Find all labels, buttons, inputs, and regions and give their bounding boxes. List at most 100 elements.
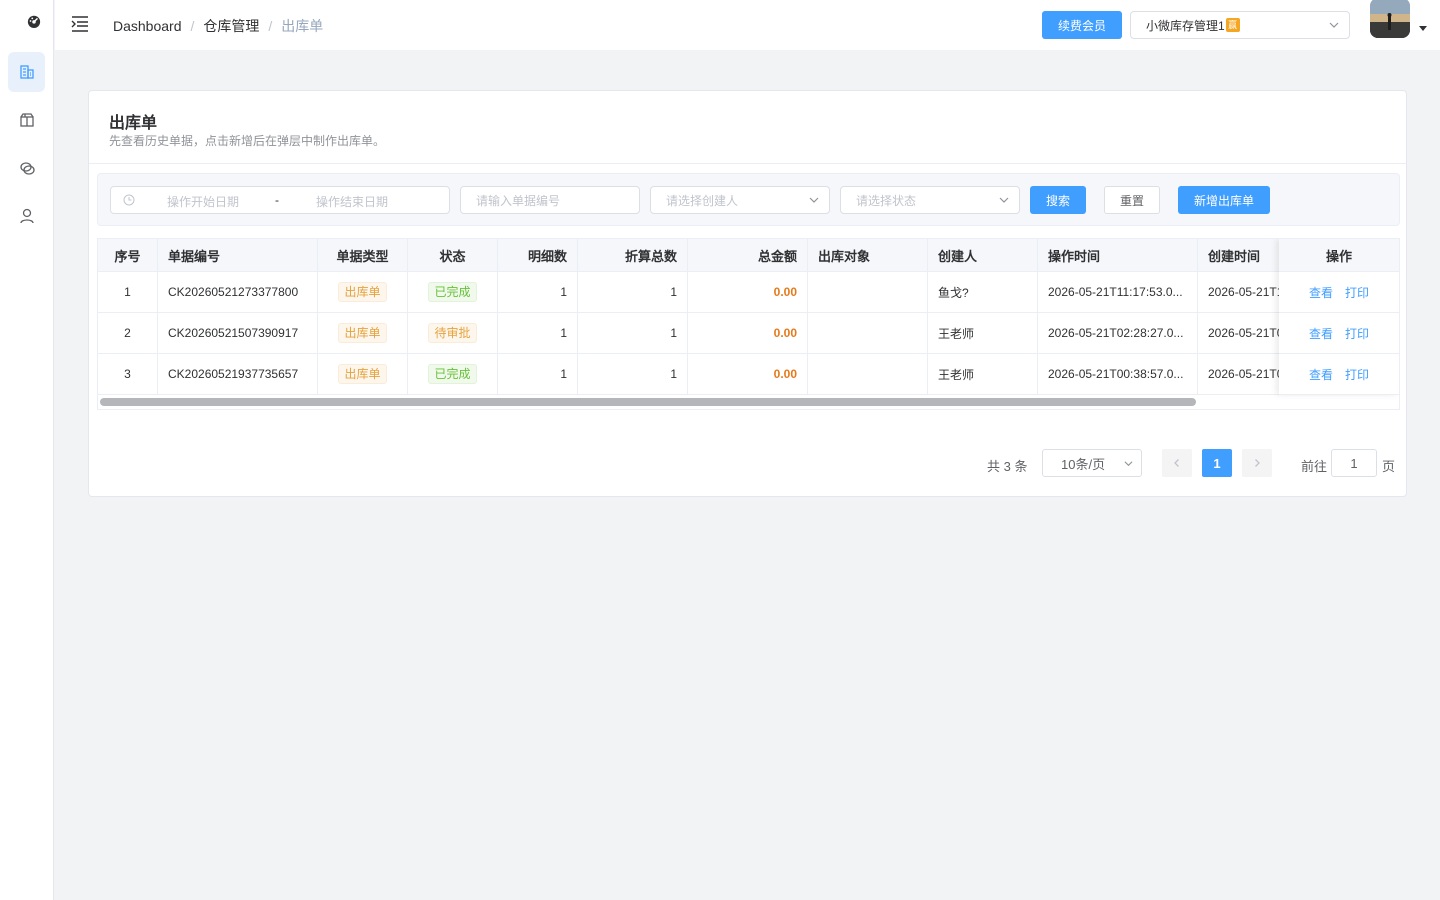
- cell-type: 出库单: [318, 354, 408, 394]
- page-subtitle: 先查看历史单据，点击新增后在弹层中制作出库单。: [109, 134, 386, 148]
- cell-op-time: 2026-05-21T02:28:27.0...: [1038, 313, 1198, 353]
- cell-op-time: 2026-05-21T11:17:53.0...: [1038, 272, 1198, 312]
- range-separator: -: [275, 193, 279, 207]
- cell-order-no: CK20260521507390917: [158, 313, 318, 353]
- page-suffix: 页: [1382, 459, 1396, 474]
- goto-page-input[interactable]: 1: [1331, 449, 1377, 477]
- col-amount: 总金额: [688, 239, 808, 271]
- page-size-select[interactable]: 10条/页: [1042, 449, 1142, 477]
- print-link[interactable]: 打印: [1345, 325, 1369, 342]
- view-link[interactable]: 查看: [1309, 325, 1333, 342]
- col-op-time: 操作时间: [1038, 239, 1198, 271]
- creator-select-placeholder: 请选择创建人: [666, 193, 739, 208]
- cell-status: 已完成: [408, 354, 498, 394]
- sidebar-item-goods[interactable]: [8, 100, 45, 140]
- end-date-input[interactable]: 操作结束日期: [316, 193, 388, 210]
- cell-detail-count: 1: [498, 354, 578, 394]
- creator-select[interactable]: 请选择创建人: [650, 186, 830, 214]
- caret-down-icon[interactable]: [1419, 26, 1427, 31]
- sidebar-item-messages[interactable]: [8, 148, 45, 188]
- renew-membership-button[interactable]: 续费会员: [1042, 11, 1122, 39]
- cell-target: [808, 313, 928, 353]
- cell-detail-count: 1: [498, 313, 578, 353]
- top-header: Dashboard / 仓库管理 / 出库单 续费会员 小微库存管理1 赢: [55, 0, 1440, 50]
- next-page-button[interactable]: [1242, 449, 1272, 477]
- cell-op-time: 2026-05-21T00:38:57.0...: [1038, 354, 1198, 394]
- store-badge: 赢: [1225, 18, 1240, 32]
- chevron-right-icon: [1255, 459, 1260, 467]
- cell-order-no: CK20260521937735657: [158, 354, 318, 394]
- cell-status: 待审批: [408, 313, 498, 353]
- chevron-down-icon: [999, 197, 1009, 203]
- sidebar: [0, 0, 54, 900]
- prev-page-button[interactable]: [1162, 449, 1192, 477]
- cell-type: 出库单: [318, 313, 408, 353]
- type-tag: 出库单: [338, 323, 387, 343]
- search-button[interactable]: 搜索: [1030, 186, 1086, 214]
- order-no-input[interactable]: 请输入单据编号: [460, 186, 640, 214]
- breadcrumb-current: 出库单: [281, 18, 324, 34]
- type-tag: 出库单: [338, 364, 387, 384]
- col-index: 序号: [98, 239, 158, 271]
- status-select[interactable]: 请选择状态: [840, 186, 1020, 214]
- breadcrumb-warehouse[interactable]: 仓库管理: [203, 16, 259, 36]
- view-link[interactable]: 查看: [1309, 366, 1333, 383]
- cell-index: 1: [98, 272, 158, 312]
- table-header: 序号 单据编号 单据类型 状态 明细数 折算总数 总金额 出库对象 创建人 操作…: [98, 239, 1399, 272]
- goto-label: 前往: [1301, 459, 1328, 474]
- building-icon: [19, 65, 34, 79]
- chevron-down-icon: [1329, 22, 1339, 28]
- cell-target: [808, 354, 928, 394]
- reset-button[interactable]: 重置: [1104, 186, 1160, 214]
- table-row: 1 CK20260521273377800 出库单 已完成 1 1 0.00 鱼…: [98, 272, 1399, 313]
- cell-creator: 王老师: [928, 313, 1038, 353]
- cell-total-qty: 1: [578, 272, 688, 312]
- date-range-picker[interactable]: 操作开始日期 - 操作结束日期: [110, 186, 450, 214]
- chat-icon: [19, 162, 35, 175]
- horizontal-scrollbar[interactable]: [100, 398, 1196, 406]
- col-status: 状态: [408, 239, 498, 271]
- store-select[interactable]: 小微库存管理1 赢: [1130, 11, 1350, 39]
- add-outbound-button[interactable]: 新增出库单: [1178, 186, 1270, 214]
- col-detail-count: 明细数: [498, 239, 578, 271]
- outbound-card: 出库单 先查看历史单据，点击新增后在弹层中制作出库单。 操作开始日期 - 操作结…: [88, 90, 1407, 497]
- sidebar-item-user[interactable]: [8, 196, 45, 236]
- cell-creator: 王老师: [928, 354, 1038, 394]
- col-type: 单据类型: [318, 239, 408, 271]
- actions-cell: 查看 打印: [1279, 272, 1399, 313]
- breadcrumb: Dashboard / 仓库管理 / 出库单: [113, 16, 323, 36]
- chevron-down-icon: [809, 197, 819, 203]
- start-date-input[interactable]: 操作开始日期: [167, 193, 239, 210]
- page-number-button[interactable]: 1: [1202, 449, 1232, 477]
- cell-amount: 0.00: [688, 313, 808, 353]
- menu-fold-icon[interactable]: [71, 15, 89, 33]
- sidebar-item-warehouse[interactable]: [8, 52, 45, 92]
- print-link[interactable]: 打印: [1345, 284, 1369, 301]
- col-total-qty: 折算总数: [578, 239, 688, 271]
- cell-amount: 0.00: [688, 272, 808, 312]
- cell-target: [808, 272, 928, 312]
- cell-index: 3: [98, 354, 158, 394]
- avatar[interactable]: [1370, 0, 1410, 38]
- breadcrumb-dashboard[interactable]: Dashboard: [113, 18, 182, 34]
- col-creator: 创建人: [928, 239, 1038, 271]
- cell-index: 2: [98, 313, 158, 353]
- print-link[interactable]: 打印: [1345, 366, 1369, 383]
- card-header: 出库单 先查看历史单据，点击新增后在弹层中制作出库单。: [89, 91, 1406, 164]
- status-tag: 待审批: [428, 323, 477, 343]
- view-link[interactable]: 查看: [1309, 284, 1333, 301]
- table-row: 3 CK20260521937735657 出库单 已完成 1 1 0.00 王…: [98, 354, 1399, 395]
- cell-total-qty: 1: [578, 354, 688, 394]
- page-title: 出库单: [109, 115, 158, 132]
- pagination-total: 共 3 条: [987, 459, 1028, 474]
- cell-amount: 0.00: [688, 354, 808, 394]
- page-size-value: 10条/页: [1061, 456, 1106, 472]
- amount-value: 0.00: [773, 285, 797, 299]
- col-actions: 操作: [1279, 239, 1399, 272]
- user-icon: [19, 208, 34, 224]
- cell-status: 已完成: [408, 272, 498, 312]
- outbound-table: 序号 单据编号 单据类型 状态 明细数 折算总数 总金额 出库对象 创建人 操作…: [97, 238, 1400, 410]
- dashboard-logo-icon[interactable]: [27, 14, 41, 28]
- chevron-left-icon: [1174, 459, 1179, 467]
- filter-bar: 操作开始日期 - 操作结束日期 请输入单据编号 请选择创建人 请选择状态 搜索 …: [97, 173, 1400, 226]
